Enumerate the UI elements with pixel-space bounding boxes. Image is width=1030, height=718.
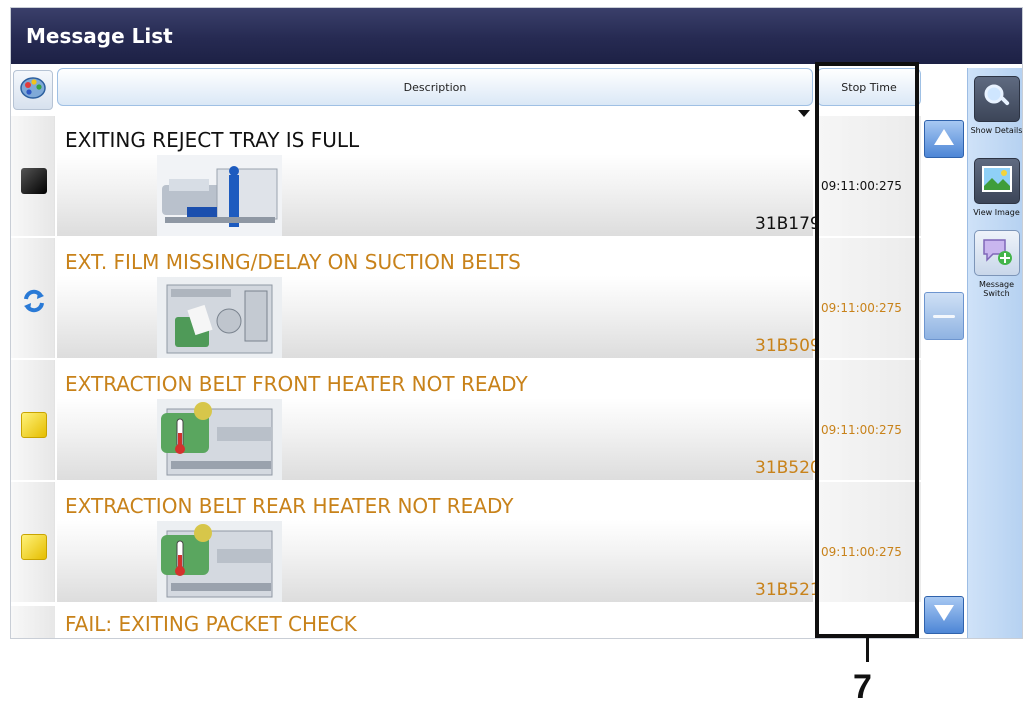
palette-button[interactable] [13,70,53,110]
row-status-cell [11,116,55,238]
scroll-up-button[interactable] [924,120,964,158]
error-code: 31B521 [755,580,821,600]
row-body: 31B520 [57,398,821,482]
row-body: 31B521 [57,520,821,604]
message-row[interactable]: FAIL: EXITING PACKET CHECK [11,606,921,638]
column-header-description[interactable]: Description [57,68,813,106]
stop-time-callout-frame [815,62,919,638]
error-code: 31B179 [755,214,821,234]
title-bar: Message List [11,8,1022,64]
machine-thumbnail[interactable] [157,155,282,238]
scroll-down-button[interactable] [924,596,964,634]
magnifier-icon [982,82,1012,117]
machine-thumbnail[interactable] [157,399,282,482]
callout-number: 7 [853,668,872,706]
message-title: EXITING REJECT TRAY IS FULL [65,128,360,152]
window-title: Message List [26,24,173,48]
message-title: EXTRACTION BELT REAR HEATER NOT READY [65,494,514,518]
row-status-cell [11,360,55,482]
row-body: 31B179 [57,154,821,238]
message-switch-label: Message Switch [978,280,1015,298]
error-code: 31B509 [755,336,821,356]
triangle-up-icon [932,127,956,152]
row-body: 31B509 [57,276,821,360]
error-code: 31B520 [755,458,821,478]
message-title: EXTRACTION BELT FRONT HEATER NOT READY [65,372,528,396]
refresh-arrows-icon [21,288,47,319]
scrollbar-grip [933,314,955,318]
black-square-icon [21,168,47,194]
row-status-cell [11,606,55,638]
message-row[interactable]: 31B509 EXT. FILM MISSING/DELAY ON SUCTIO… [11,238,921,360]
scrollbar-thumb[interactable] [924,292,964,340]
yellow-square-icon [21,534,47,560]
message-switch-button[interactable] [974,230,1020,276]
machine-thumbnail[interactable] [157,277,282,360]
column-header-description-label: Description [403,80,467,94]
message-title: EXT. FILM MISSING/DELAY ON SUCTION BELTS [65,250,521,274]
speech-bubble-plus-icon [981,236,1013,271]
show-details-label: Show Details [970,126,1023,135]
view-image-label: View Image [973,208,1020,217]
row-divider [11,602,921,604]
triangle-down-icon [932,603,956,628]
message-row[interactable]: 31B179 EXITING REJECT TRAY IS FULL 09:11… [11,116,921,238]
row-status-cell [11,238,55,360]
show-details-button[interactable] [974,76,1020,122]
view-image-button[interactable] [974,158,1020,204]
machine-thumbnail[interactable] [157,521,282,604]
message-title: FAIL: EXITING PACKET CHECK [65,612,357,636]
message-row[interactable]: 31B521 EXTRACTION BELT REAR HEATER NOT R… [11,482,921,604]
yellow-square-icon [21,412,47,438]
callout-leader-line [866,638,869,662]
landscape-image-icon [982,165,1012,197]
message-row[interactable]: 31B520 EXTRACTION BELT FRONT HEATER NOT … [11,360,921,482]
row-status-cell [11,482,55,604]
palette-icon [19,74,47,107]
side-action-panel: Show Details View Image Message Switch [967,68,1023,638]
